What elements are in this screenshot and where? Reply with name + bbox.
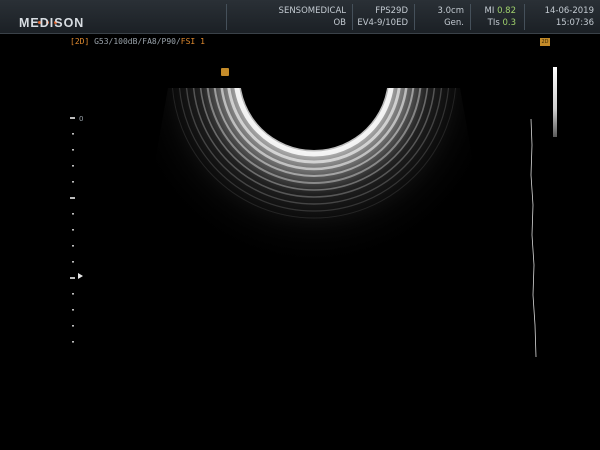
frequency-mode: Gen. — [444, 18, 464, 28]
probe-block: FPS29D EV4-9/10ED — [352, 5, 408, 29]
exam-date: 14-06-2019 — [544, 6, 594, 16]
imaging-parameters: [2D] G53/100dB/FA8/P90/FSI 1 — [70, 37, 205, 46]
focus-marker-icon[interactable] — [78, 273, 83, 279]
depth-readout: 3.0cm — [437, 6, 464, 16]
depth-zero-label: 0 — [79, 115, 84, 123]
gain-params: G53/100dB/FA8/P90/ — [94, 37, 181, 46]
institution-name: SENSOMEDICAL — [278, 6, 346, 16]
fsi-setting: FSI 1 — [180, 37, 205, 46]
fps-readout: FPS29D — [375, 6, 408, 16]
preset-name: OB — [333, 18, 346, 28]
status-header: MEDISON SENSOMEDICAL OB FPS29D EV4-9/10E… — [0, 0, 600, 34]
probe-name: EV4-9/10ED — [357, 18, 408, 28]
medison-logo: MEDISON — [18, 6, 88, 32]
tis-value: 0.3 — [502, 18, 516, 28]
institution-block: SENSOMEDICAL OB — [262, 5, 346, 29]
echo-field — [124, 88, 504, 270]
mode-tag: [2D] — [70, 37, 90, 46]
depth-scale — [70, 117, 75, 343]
mi-index: MI 0.82 — [484, 6, 516, 16]
mi-value: 0.82 — [497, 6, 516, 16]
header-divider — [226, 4, 227, 30]
tgc-curve[interactable] — [520, 115, 550, 360]
depth-block: 3.0cm Gen. — [414, 5, 464, 29]
acoustic-indices-block: MI 0.82 TIs 0.3 — [470, 5, 516, 29]
tis-index: TIs 0.3 — [487, 18, 516, 28]
datetime-block: 14-06-2019 15:07:36 — [524, 5, 594, 29]
mode-corner-badge: 2D — [540, 38, 550, 46]
exam-time: 15:07:36 — [555, 18, 594, 28]
brand-name: MEDISON — [19, 16, 85, 30]
ultrasound-image[interactable] — [60, 48, 580, 428]
